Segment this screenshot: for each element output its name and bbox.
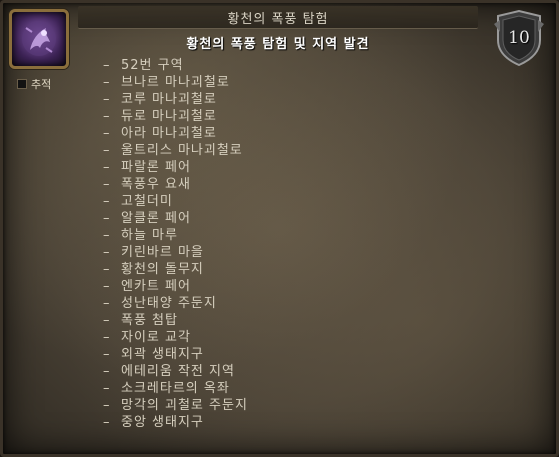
criteria-item: – 엔카트 페어 [103,278,248,295]
list-dash: – [103,194,111,209]
achievement-description: 황천의 폭풍 탐험 및 지역 발견 [186,37,370,52]
criteria-item: – 망각의 괴철로 주둔지 [103,397,248,414]
list-dash: – [103,330,111,345]
criteria-label: 파랄론 페어 [121,160,191,175]
criteria-item: – 소크레타르의 옥좌 [103,380,248,397]
achievement-panel [0,0,559,457]
list-dash: – [103,398,111,413]
criteria-label: 엔카트 페어 [121,279,191,294]
criteria-item: – 에테리움 작전 지역 [103,363,248,380]
criteria-label: 코루 마나괴철로 [121,92,217,107]
criteria-item: – 파랄론 페어 [103,159,248,176]
criteria-item: – 알클론 페어 [103,210,248,227]
criteria-label: 폭풍우 요새 [121,177,191,192]
list-dash: – [103,313,111,328]
criteria-label: 울트리스 마나괴철로 [121,143,243,158]
criteria-item: – 외곽 생태지구 [103,346,248,363]
list-dash: – [103,143,111,158]
criteria-label: 브나르 마나괴철로 [121,75,230,90]
criteria-label: 외곽 생태지구 [121,347,204,362]
achievement-title: 황천의 폭풍 탐험 [227,12,329,27]
criteria-item: – 코루 마나괴철로 [103,91,248,108]
criteria-label: 하늘 마루 [121,228,178,243]
achievement-points: 10 [508,28,530,48]
criteria-label: 52번 구역 [121,58,184,73]
criteria-list: –52번 구역 – 브나르 마나괴철로 – 코루 마나괴철로 – 듀로 마나괴철로 –… [103,57,248,431]
criteria-label: 자이로 교각 [121,330,191,345]
list-dash: – [103,245,111,260]
criteria-item: – 하늘 마루 [103,227,248,244]
criteria-label: 아라 마나괴철로 [121,126,217,141]
list-dash: – [103,381,111,396]
list-dash: – [103,296,111,311]
criteria-item: – 중앙 생태지구 [103,414,248,431]
list-dash: – [103,75,111,90]
list-dash: – [103,262,111,277]
checkbox-icon[interactable] [17,79,27,89]
criteria-item: – 울트리스 마나괴철로 [103,142,248,159]
list-dash: – [103,347,111,362]
list-dash: – [103,126,111,141]
criteria-item: – 성난태양 주둔지 [103,295,248,312]
criteria-item: – 폭풍우 요새 [103,176,248,193]
criteria-label: 중앙 생태지구 [121,415,204,430]
criteria-item: – 브나르 마나괴철로 [103,74,248,91]
criteria-item: – 아라 마나괴철로 [103,125,248,142]
criteria-label: 키린바르 마을 [121,245,204,260]
list-dash: – [103,109,111,124]
criteria-item: – 폭풍 첨탑 [103,312,248,329]
criteria-item: – 자이로 교각 [103,329,248,346]
track-label: 추적 [31,78,52,91]
criteria-label: 성난태양 주둔지 [121,296,217,311]
criteria-item: – 듀로 마나괴철로 [103,108,248,125]
criteria-label: 폭풍 첨탑 [121,313,178,328]
list-dash: – [103,58,111,73]
criteria-item: –52번 구역 [103,57,248,74]
list-dash: – [103,364,111,379]
criteria-label: 듀로 마나괴철로 [121,109,217,124]
list-dash: – [103,228,111,243]
criteria-item: – 키린바르 마을 [103,244,248,261]
track-checkbox[interactable]: 추적 [17,76,51,92]
list-dash: – [103,92,111,107]
list-dash: – [103,279,111,294]
criteria-label: 소크레타르의 옥좌 [121,381,230,396]
criteria-label: 알클론 페어 [121,211,191,226]
criteria-label: 황천의 돌무지 [121,262,204,277]
criteria-item: – 황천의 돌무지 [103,261,248,278]
list-dash: – [103,160,111,175]
criteria-label: 에테리움 작전 지역 [121,364,235,379]
list-dash: – [103,415,111,430]
criteria-label: 망각의 괴철로 주둔지 [121,398,248,413]
criteria-label: 고철더미 [121,194,173,209]
nether-creature-icon [22,22,56,56]
list-dash: – [103,177,111,192]
achievement-icon [9,9,69,69]
criteria-item: – 고철더미 [103,193,248,210]
list-dash: – [103,211,111,226]
